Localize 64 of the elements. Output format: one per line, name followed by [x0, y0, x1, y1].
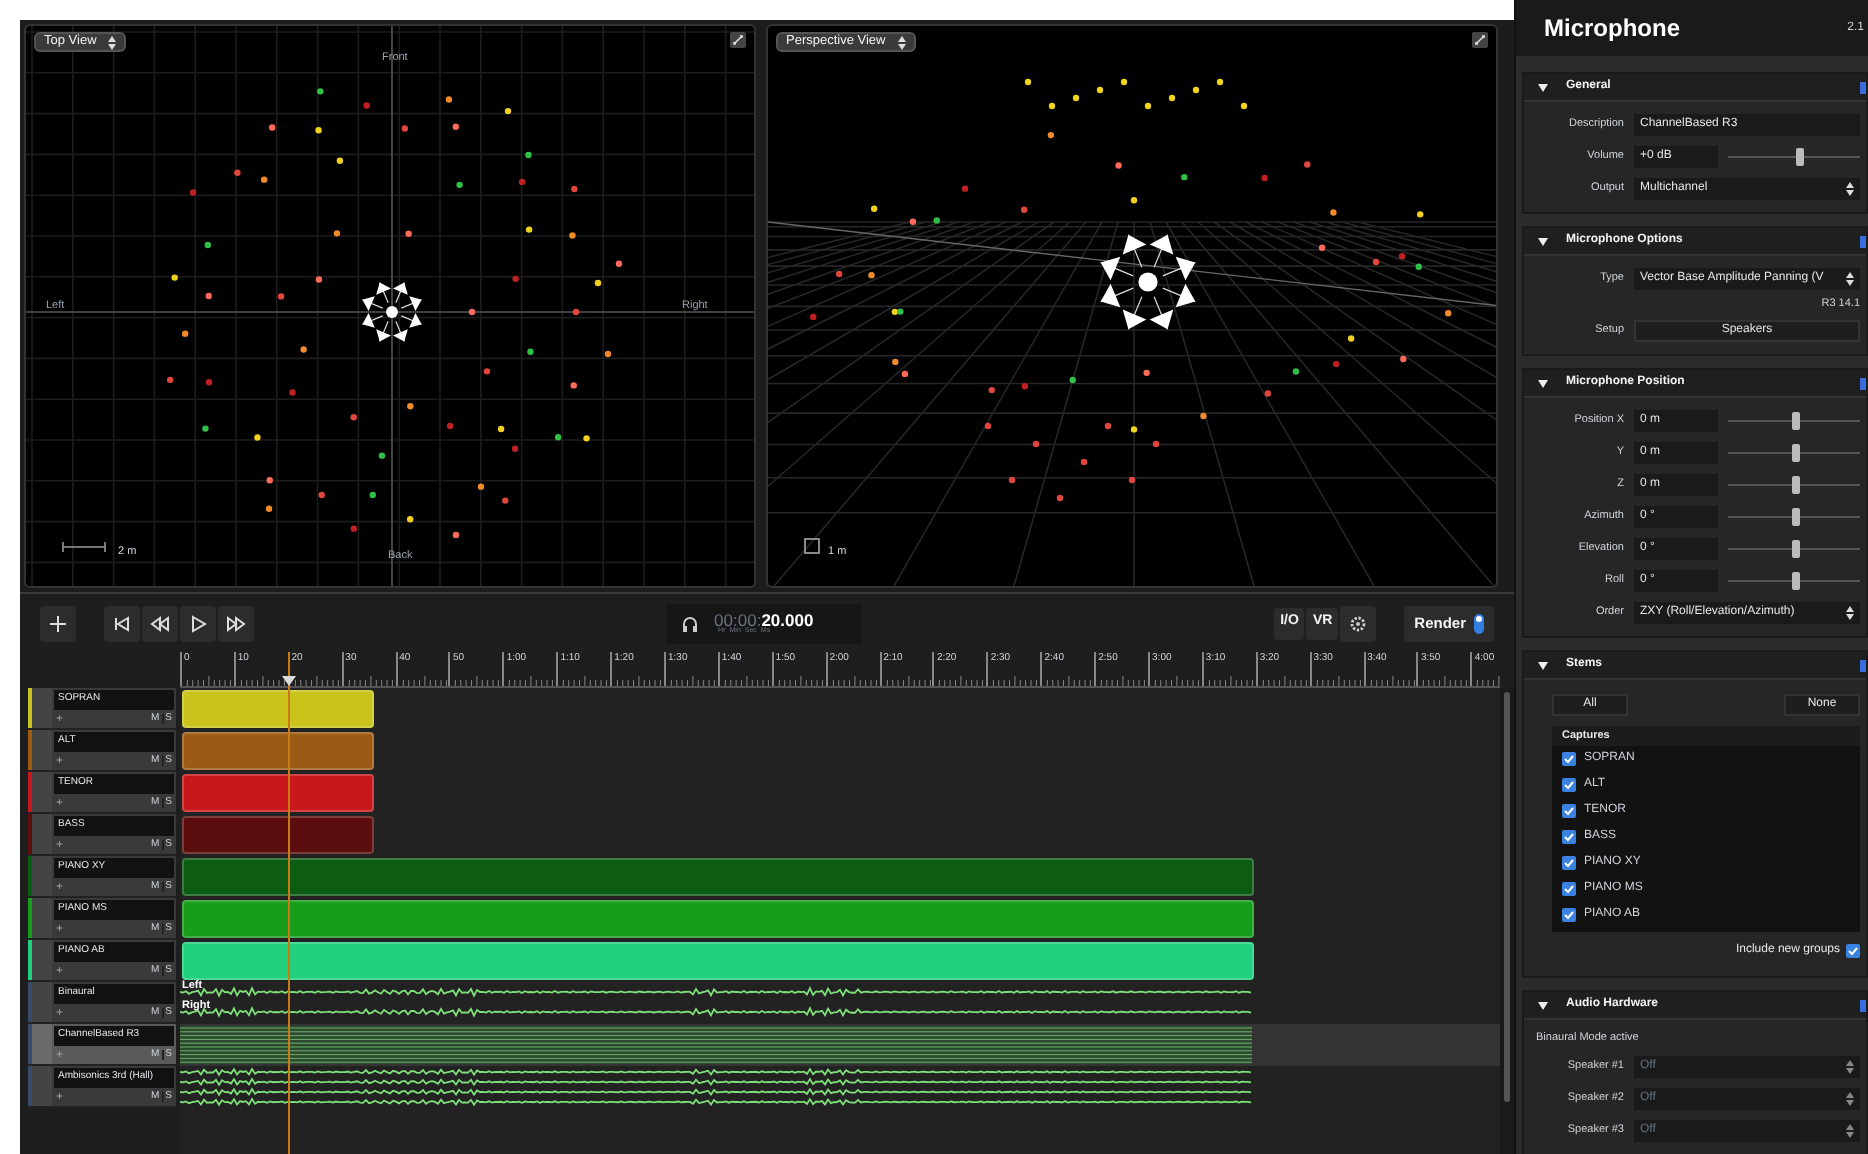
audio-clip[interactable]: [182, 858, 1255, 896]
render-toggle[interactable]: [1474, 613, 1485, 633]
speaker-array-drawing[interactable]: [1100, 234, 1196, 330]
checkbox[interactable]: [1562, 830, 1576, 844]
audio-clip[interactable]: [182, 816, 375, 854]
checkbox[interactable]: [1562, 804, 1576, 818]
settings-button[interactable]: [1340, 605, 1377, 641]
collapse-caret-icon[interactable]: [1538, 379, 1548, 387]
slider-thumb[interactable]: [1792, 443, 1801, 461]
slider-thumb[interactable]: [1792, 571, 1801, 589]
collapse-caret-icon[interactable]: [1538, 661, 1548, 669]
fast-forward-button[interactable]: [218, 605, 254, 641]
skip-back-icon: [112, 613, 132, 633]
updown-icon: [1846, 605, 1854, 619]
collapse-caret-icon[interactable]: [1538, 1001, 1548, 1009]
audio-clip[interactable]: [182, 942, 1255, 980]
checkbox[interactable]: [1562, 882, 1576, 896]
checkbox[interactable]: [1562, 778, 1576, 792]
plus-icon: [48, 613, 68, 633]
updown-icon: [1846, 1091, 1854, 1105]
gear-icon: [1348, 613, 1369, 633]
audio-clip[interactable]: [182, 732, 375, 770]
updown-icon: [1846, 1123, 1854, 1137]
slider-thumb[interactable]: [1792, 411, 1801, 429]
info-icon[interactable]: [1860, 235, 1866, 247]
info-icon[interactable]: [1860, 659, 1866, 671]
slider-thumb[interactable]: [1792, 507, 1801, 525]
expand-icon[interactable]: [730, 32, 746, 48]
collapse-caret-icon[interactable]: [1538, 237, 1548, 245]
scrollbar[interactable]: [1504, 692, 1510, 1102]
info-icon[interactable]: [1860, 377, 1866, 389]
info-icon[interactable]: [1860, 81, 1866, 93]
rewind-icon: [150, 613, 170, 633]
updown-icon: [1846, 1059, 1854, 1073]
play-icon: [188, 613, 208, 633]
speaker-array-drawing[interactable]: [361, 281, 423, 343]
slider-thumb[interactable]: [1796, 147, 1805, 165]
skip-to-start-button[interactable]: [104, 605, 140, 641]
expand-icon[interactable]: [1472, 32, 1488, 48]
updown-icon: [1846, 181, 1854, 195]
audio-clip[interactable]: [182, 690, 375, 728]
rewind-button[interactable]: [142, 605, 178, 641]
panel-title: Microphone: [1544, 12, 1680, 46]
info-icon[interactable]: [1860, 999, 1866, 1011]
collapse-caret-icon[interactable]: [1538, 83, 1548, 91]
checkbox[interactable]: [1846, 943, 1860, 957]
scale-square-icon: [804, 538, 820, 554]
play-button[interactable]: [180, 605, 216, 641]
headphones-icon: [682, 615, 699, 631]
audio-clip[interactable]: [182, 774, 375, 812]
timecode-value: 20.000: [761, 611, 814, 628]
scale-bar-icon: [62, 542, 106, 552]
updown-icon: [897, 35, 906, 49]
slider-thumb[interactable]: [1792, 539, 1801, 557]
checkbox[interactable]: [1562, 752, 1576, 766]
checkbox[interactable]: [1562, 908, 1576, 922]
slider-thumb[interactable]: [1792, 475, 1801, 493]
checkbox[interactable]: [1562, 856, 1576, 870]
add-track-button[interactable]: [40, 605, 76, 641]
audio-clip[interactable]: [182, 900, 1255, 938]
updown-icon: [108, 35, 117, 49]
timecode-prefix: 00:00:: [714, 611, 762, 628]
updown-icon: [1846, 271, 1854, 285]
fast-forward-icon: [226, 613, 246, 633]
